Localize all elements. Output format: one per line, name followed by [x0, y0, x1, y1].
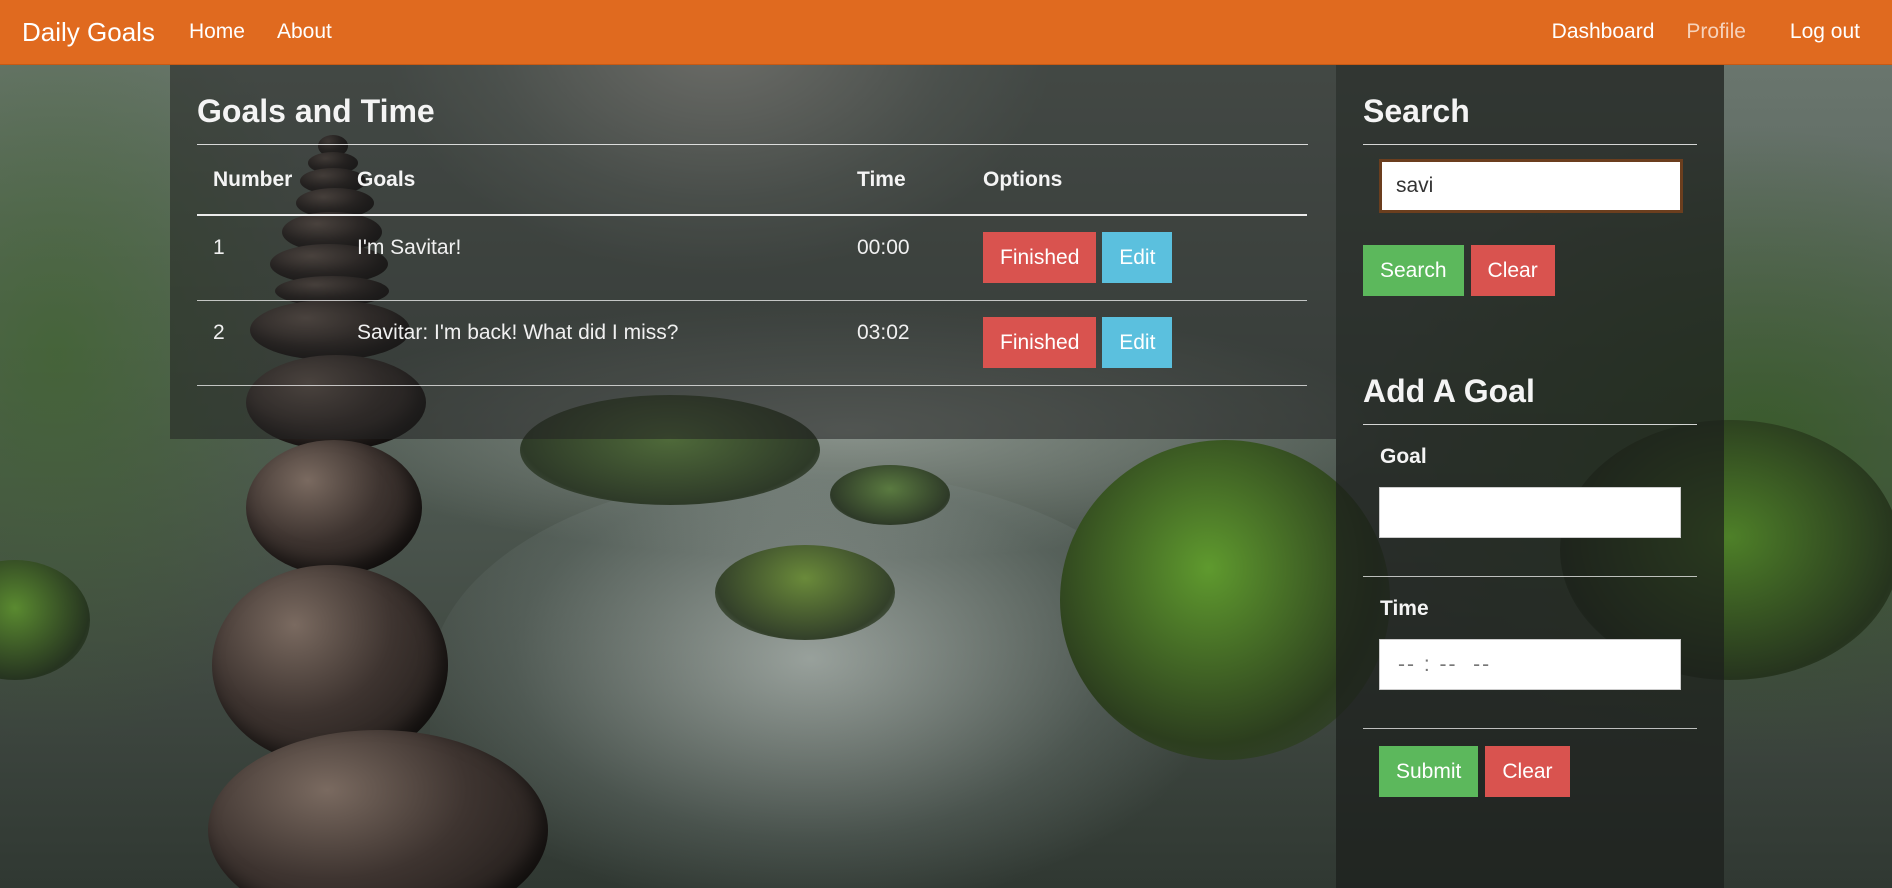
- nav-link-logout[interactable]: Log out: [1790, 20, 1860, 44]
- search-title: Search: [1363, 93, 1697, 145]
- goals-panel: Goals and Time Number Goals Time Options…: [170, 65, 1336, 439]
- goals-table: Number Goals Time Options 1 I'm Savitar!…: [197, 145, 1307, 386]
- search-clear-button[interactable]: Clear: [1470, 245, 1555, 296]
- search-button[interactable]: Search: [1363, 245, 1464, 296]
- goal-time: 00:00: [857, 215, 983, 301]
- goal-input[interactable]: [1379, 487, 1681, 538]
- add-goal-title: Add A Goal: [1363, 373, 1697, 425]
- nav-link-profile[interactable]: Profile: [1686, 20, 1746, 44]
- goal-options: Finished Edit: [983, 215, 1307, 301]
- nav-right-group: Dashboard Profile Log out: [1520, 20, 1892, 44]
- goal-number: 2: [197, 300, 357, 386]
- column-header-time: Time: [857, 145, 983, 216]
- submit-button[interactable]: Submit: [1379, 746, 1479, 797]
- time-field-group: Time: [1363, 597, 1697, 729]
- column-header-number: Number: [197, 145, 357, 216]
- time-field-label: Time: [1380, 597, 1429, 620]
- edit-button[interactable]: Edit: [1102, 232, 1173, 283]
- top-navbar: Daily Goals Home About Dashboard Profile…: [0, 0, 1892, 65]
- goal-time: 03:02: [857, 300, 983, 386]
- search-button-group: Search Clear: [1363, 245, 1697, 296]
- nav-link-dashboard[interactable]: Dashboard: [1552, 20, 1655, 44]
- goal-field-group: Goal: [1363, 445, 1697, 577]
- nav-link-about[interactable]: About: [277, 20, 332, 44]
- add-goal-button-group: Submit Clear: [1379, 746, 1697, 797]
- nav-link-home[interactable]: Home: [189, 20, 245, 44]
- table-header-row: Number Goals Time Options: [197, 145, 1307, 216]
- time-input[interactable]: [1379, 639, 1681, 690]
- column-header-options: Options: [983, 145, 1307, 216]
- goal-field-label: Goal: [1380, 445, 1427, 468]
- goals-title: Goals and Time: [197, 93, 1308, 145]
- finished-button[interactable]: Finished: [983, 316, 1097, 368]
- goal-text: Savitar: I'm back! What did I miss?: [357, 300, 857, 386]
- search-input[interactable]: [1379, 159, 1683, 213]
- table-row: 1 I'm Savitar! 00:00 Finished Edit: [197, 215, 1307, 301]
- add-goal-clear-button[interactable]: Clear: [1485, 746, 1570, 797]
- goal-options: Finished Edit: [983, 300, 1307, 386]
- sidebar: Search Search Clear Add A Goal Goal Time…: [1336, 65, 1724, 888]
- edit-button[interactable]: Edit: [1102, 316, 1173, 368]
- brand-logo-link[interactable]: Daily Goals: [22, 17, 155, 48]
- table-row: 2 Savitar: I'm back! What did I miss? 03…: [197, 300, 1307, 386]
- goal-text: I'm Savitar!: [357, 215, 857, 301]
- goal-number: 1: [197, 215, 357, 301]
- column-header-goals: Goals: [357, 145, 857, 216]
- finished-button[interactable]: Finished: [983, 232, 1097, 283]
